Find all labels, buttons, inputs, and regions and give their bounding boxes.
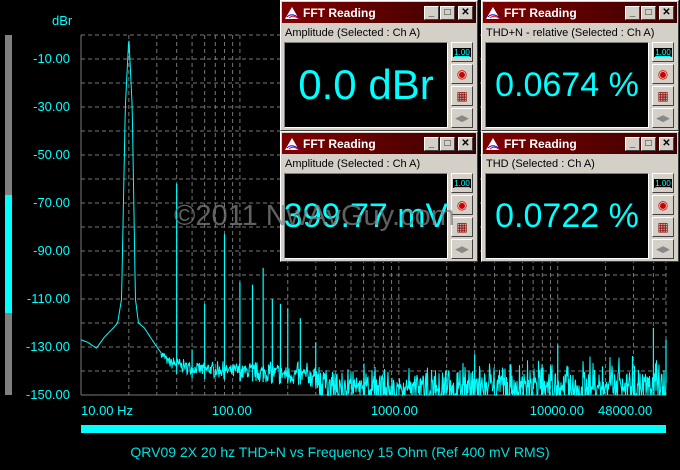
arrows-icon: ◀▶ xyxy=(656,112,670,123)
maximize-button[interactable]: □ xyxy=(641,136,656,151)
measurement-label: Amplitude (Selected : Ch A) xyxy=(285,27,421,39)
minimize-button[interactable]: _ xyxy=(424,136,439,151)
arrows-icon: ◀▶ xyxy=(455,243,469,254)
record-icon: ◉ xyxy=(657,198,669,212)
title-bar[interactable]: FFT Reading _ □ ✕ xyxy=(483,133,677,154)
measurement-label: THD (Selected : Ch A) xyxy=(486,158,595,170)
window-title: FFT Reading xyxy=(303,5,376,20)
y-axis-label: dBr xyxy=(52,13,73,28)
fft-reading-window[interactable]: FFT Reading _ □ ✕ THD (Selected : Ch A) 0.… xyxy=(481,131,679,262)
format-button[interactable]: 1.00 xyxy=(652,42,674,62)
title-bar[interactable]: FFT Reading _ □ ✕ xyxy=(282,133,476,154)
minimize-button[interactable]: _ xyxy=(424,5,439,20)
app-icon xyxy=(486,137,501,150)
fft-reading-window[interactable]: FFT Reading _ □ ✕ Amplitude (Selected : Ch… xyxy=(280,0,478,131)
fft-reading-window[interactable]: FFT Reading _ □ ✕ THD+N - relative (Select… xyxy=(481,0,679,131)
x-tick-label: 10000.00 xyxy=(529,403,584,418)
maximize-button[interactable]: □ xyxy=(440,5,455,20)
x-tick-label: 10.00 Hz xyxy=(81,403,134,418)
table-button[interactable]: ▦ xyxy=(652,86,674,106)
format-button[interactable]: 1.00 xyxy=(652,173,674,193)
x-tick-label: 1000.00 xyxy=(370,403,418,418)
format-button[interactable]: 1.00 xyxy=(451,42,473,62)
close-button[interactable]: ✕ xyxy=(659,136,674,151)
measurement-label: Amplitude (Selected : Ch A) xyxy=(285,158,421,170)
table-icon: ▦ xyxy=(456,89,468,103)
watermark: ©2011 NwAvGuy.com xyxy=(174,200,455,232)
close-button[interactable]: ✕ xyxy=(458,136,473,151)
title-bar[interactable]: FFT Reading _ □ ✕ xyxy=(483,2,677,23)
reading-value: 0.0722 % xyxy=(485,173,649,259)
app-icon xyxy=(486,6,501,19)
record-icon: ◉ xyxy=(456,198,468,212)
minimize-button[interactable]: _ xyxy=(625,5,640,20)
format-icon: 1.00 xyxy=(453,47,471,57)
maximize-button[interactable]: □ xyxy=(440,136,455,151)
record-button[interactable]: ◉ xyxy=(652,64,674,84)
table-icon: ▦ xyxy=(657,89,669,103)
reading-value: 0.0674 % xyxy=(485,42,649,128)
title-bar[interactable]: FFT Reading _ □ ✕ xyxy=(282,2,476,23)
format-icon: 1.00 xyxy=(453,178,471,188)
chart-title: QRV09 2X 20 hz THD+N vs Frequency 15 Ohm… xyxy=(130,444,550,460)
record-icon: ◉ xyxy=(456,67,468,81)
table-icon: ▦ xyxy=(657,220,669,234)
record-icon: ◉ xyxy=(657,67,669,81)
window-title: FFT Reading xyxy=(504,5,577,20)
measurement-label: THD+N - relative (Selected : Ch A) xyxy=(486,27,655,39)
nav-arrows-button[interactable]: ◀▶ xyxy=(652,108,674,128)
vertical-scroll-thumb[interactable] xyxy=(5,195,12,313)
nav-arrows-button[interactable]: ◀▶ xyxy=(652,239,674,259)
horizontal-scrollbar[interactable] xyxy=(81,425,666,433)
x-tick-label: 100.00 xyxy=(211,403,252,418)
minimize-button[interactable]: _ xyxy=(625,136,640,151)
vertical-scrollbar[interactable] xyxy=(5,35,12,395)
app-icon xyxy=(285,6,300,19)
format-button[interactable]: 1.00 xyxy=(451,173,473,193)
x-tick-label: 48000.00 xyxy=(598,403,653,418)
table-icon: ▦ xyxy=(456,220,468,234)
table-button[interactable]: ▦ xyxy=(652,217,674,237)
fft-reading-window[interactable]: FFT Reading _ □ ✕ Amplitude (Selected : Ch… xyxy=(280,131,478,262)
window-title: FFT Reading xyxy=(504,136,577,151)
app-icon xyxy=(285,137,300,150)
maximize-button[interactable]: □ xyxy=(641,5,656,20)
format-icon: 1.00 xyxy=(654,47,672,57)
nav-arrows-button[interactable]: ◀▶ xyxy=(451,239,473,259)
record-button[interactable]: ◉ xyxy=(451,64,473,84)
close-button[interactable]: ✕ xyxy=(458,5,473,20)
record-button[interactable]: ◉ xyxy=(652,195,674,215)
nav-arrows-button[interactable]: ◀▶ xyxy=(451,108,473,128)
reading-value: 0.0 dBr xyxy=(284,42,448,128)
arrows-icon: ◀▶ xyxy=(656,243,670,254)
arrows-icon: ◀▶ xyxy=(455,112,469,123)
window-title: FFT Reading xyxy=(303,136,376,151)
format-icon: 1.00 xyxy=(654,178,672,188)
table-button[interactable]: ▦ xyxy=(451,86,473,106)
close-button[interactable]: ✕ xyxy=(659,5,674,20)
